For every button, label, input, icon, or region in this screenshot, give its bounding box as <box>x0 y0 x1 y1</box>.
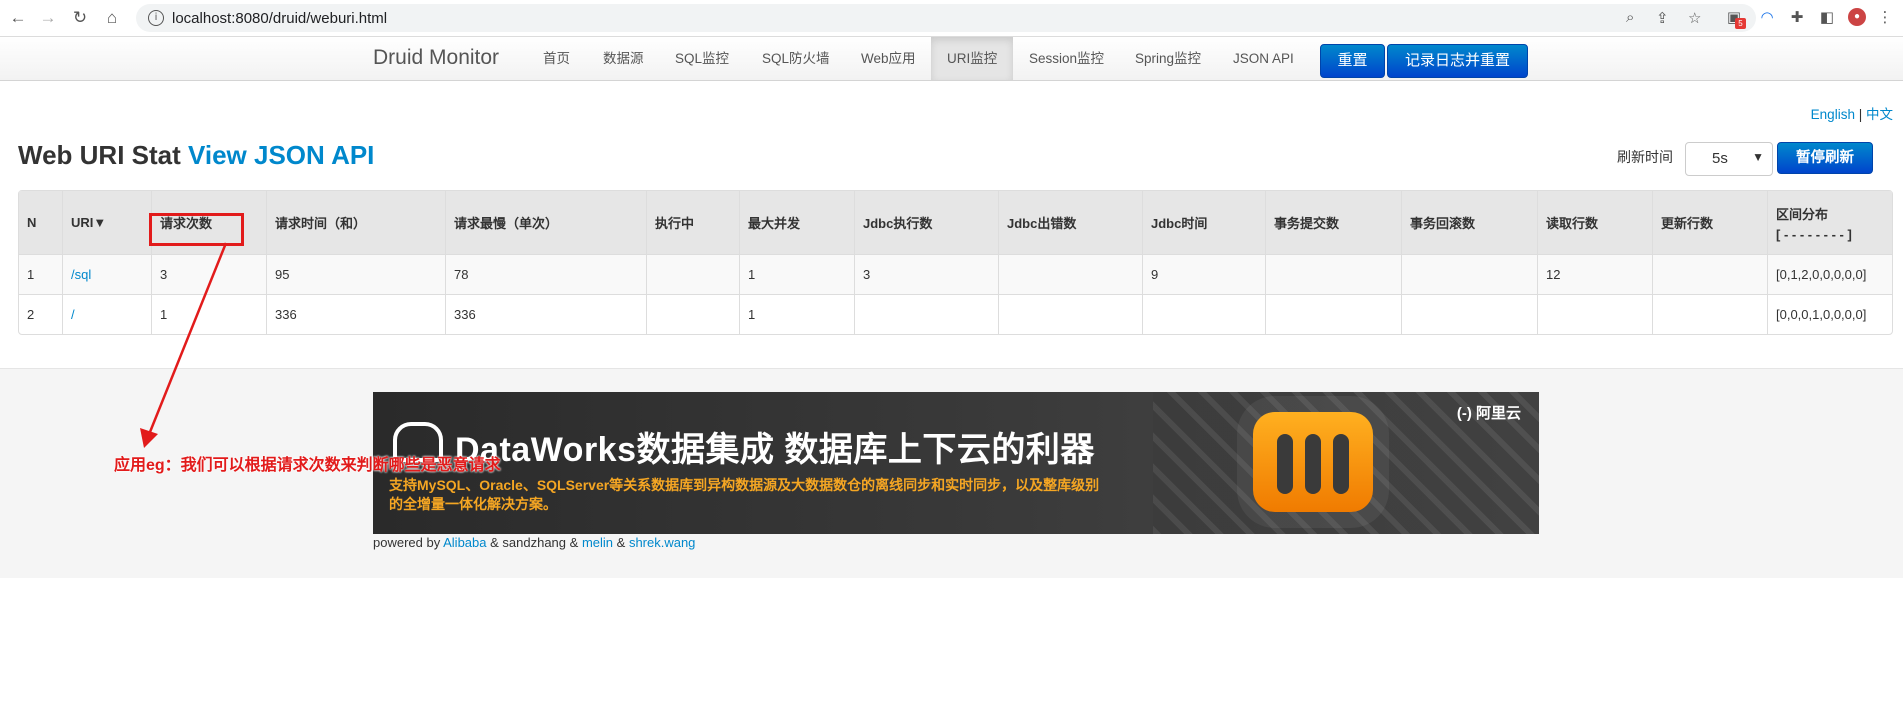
annotation-arrow-icon <box>140 242 228 448</box>
annotation-text: 应用eg：我们可以根据请求次数来判断哪些是恶意请求 <box>114 457 501 474</box>
